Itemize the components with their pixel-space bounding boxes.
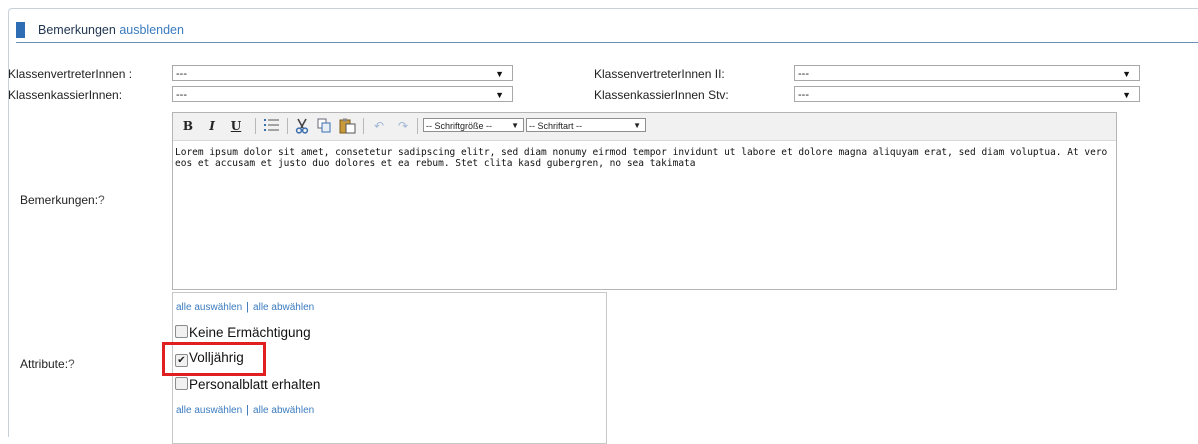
list-icon[interactable] — [263, 118, 281, 134]
help-link[interactable]: ? — [68, 357, 75, 371]
select-all-link[interactable]: alle auswählen — [176, 302, 242, 313]
vertreter2-value: --- — [798, 68, 809, 80]
bemerkungen-label: Bemerkungen: — [20, 193, 99, 207]
dropdown-arrow-icon: ▼ — [633, 121, 641, 130]
redo-icon[interactable]: ↷ — [395, 118, 411, 134]
section-header: Bemerkungen ausblenden — [16, 20, 1198, 43]
select-all-link[interactable]: alle auswählen — [176, 405, 242, 416]
toolbar-separator — [417, 118, 418, 134]
option-label: Keine Ermächtigung — [189, 325, 311, 340]
toolbar-separator — [363, 118, 364, 134]
kassier-select[interactable]: --- ▼ — [172, 86, 513, 102]
help-link[interactable]: ? — [98, 193, 105, 207]
copy-icon[interactable] — [315, 118, 333, 134]
vertreter-label: KlassenvertreterInnen : — [8, 67, 133, 81]
section-title: Bemerkungen — [38, 23, 116, 37]
font-size-value: -- Schriftgröße -- — [426, 121, 493, 131]
link-separator: | — [246, 404, 250, 416]
deselect-all-link[interactable]: alle abwählen — [253, 302, 314, 313]
bemerkungen-label-row: Bemerkungen:? — [20, 193, 105, 207]
rich-text-editor: B I U ↶ ↷ -- Schriftgröße -- ▼ -- Schrif… — [172, 112, 1117, 290]
attribute-label: Attribute: — [20, 357, 69, 371]
underline-button[interactable]: U — [229, 118, 243, 134]
editor-toolbar: B I U ↶ ↷ -- Schriftgröße -- ▼ -- Schrif… — [173, 113, 1116, 141]
dropdown-arrow-icon: ▼ — [495, 69, 504, 79]
bold-button[interactable]: B — [181, 118, 195, 134]
dropdown-arrow-icon: ▼ — [1122, 90, 1131, 100]
attribute-label-row: Attribute:? — [20, 357, 75, 371]
undo-icon[interactable]: ↶ — [371, 118, 387, 134]
section-title-row: Bemerkungen ausblenden — [38, 23, 184, 37]
font-family-value: -- Schriftart -- — [529, 121, 582, 131]
dropdown-arrow-icon: ▼ — [511, 121, 519, 130]
attribute-option-personalblatt[interactable]: Personalblatt erhalten — [175, 376, 320, 394]
select-links-top: alle auswählen | alle abwählen — [176, 299, 314, 313]
vertreter-select[interactable]: --- ▼ — [172, 65, 513, 81]
option-label: Personalblatt erhalten — [189, 377, 321, 392]
highlight-box — [162, 342, 266, 376]
section-marker — [16, 22, 25, 38]
vertreter2-select[interactable]: --- ▼ — [794, 65, 1140, 81]
select-links-bottom: alle auswählen | alle abwählen — [176, 402, 314, 416]
paste-icon[interactable] — [337, 118, 357, 134]
toolbar-separator — [287, 118, 288, 134]
vertreter-value: --- — [176, 68, 187, 80]
vertreter2-label: KlassenvertreterInnen II: — [594, 67, 725, 81]
italic-button[interactable]: I — [205, 118, 219, 134]
kassier-stv-value: --- — [798, 89, 809, 101]
checkbox[interactable] — [175, 325, 188, 338]
link-separator: | — [246, 301, 250, 313]
attribute-option-keine-ermaechtigung[interactable]: Keine Ermächtigung — [175, 324, 311, 342]
dropdown-arrow-icon: ▼ — [495, 90, 504, 100]
hide-section-link[interactable]: ausblenden — [119, 23, 184, 37]
font-family-select[interactable]: -- Schriftart -- ▼ — [526, 118, 646, 132]
editor-content[interactable]: Lorem ipsum dolor sit amet, consetetur s… — [175, 147, 1110, 169]
deselect-all-link[interactable]: alle abwählen — [253, 405, 314, 416]
kassier-label: KlassenkassierInnen: — [8, 88, 123, 102]
kassier-value: --- — [176, 89, 187, 101]
cut-icon[interactable] — [293, 118, 311, 134]
font-size-select[interactable]: -- Schriftgröße -- ▼ — [423, 118, 524, 132]
kassier-stv-select[interactable]: --- ▼ — [794, 86, 1140, 102]
kassier-stv-label: KlassenkassierInnen Stv: — [594, 88, 729, 102]
checkbox[interactable] — [175, 377, 188, 390]
dropdown-arrow-icon: ▼ — [1122, 69, 1131, 79]
toolbar-separator — [255, 118, 256, 134]
